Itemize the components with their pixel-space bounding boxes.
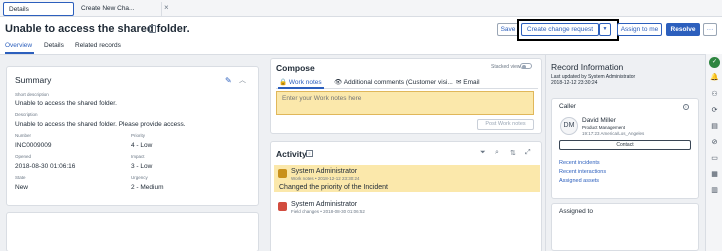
- field-change-icon: [278, 202, 287, 211]
- priority-label: Priority: [131, 133, 146, 138]
- record-subtabs: Overview Details Related records: [0, 40, 520, 54]
- active-compose-tab-indicator: [278, 87, 324, 89]
- caller-department: Product Management: [582, 125, 626, 130]
- gift-icon[interactable]: ▤: [710, 122, 719, 131]
- caller-card: Caller i DM David Miller Product Managem…: [551, 98, 699, 199]
- caller-name[interactable]: David Miller: [582, 117, 616, 124]
- impact-label: Impact: [131, 154, 145, 159]
- recent-interactions-link[interactable]: Recent interactions: [559, 169, 606, 175]
- impact-value: 3 - Low: [131, 163, 153, 170]
- short-description-label: Short description: [15, 92, 49, 97]
- number-label: Number: [15, 133, 32, 138]
- email-label: Email: [463, 79, 480, 86]
- work-notes-input[interactable]: [276, 91, 534, 115]
- entry-author: System Administrator: [291, 168, 358, 175]
- tab-overview[interactable]: Overview: [5, 42, 32, 49]
- avatar: DM: [560, 117, 578, 135]
- summary-card: Summary ✎ ︿ Short description Unable to …: [6, 66, 259, 206]
- chevron-down-icon[interactable]: ▼: [599, 23, 611, 36]
- list-icon[interactable]: ▥: [710, 186, 719, 195]
- record-information-panel: Record Information Last updated by Syste…: [545, 55, 702, 251]
- people-icon[interactable]: ⚇: [710, 90, 719, 99]
- tab-related-records[interactable]: Related records: [75, 42, 121, 49]
- page-title: Unable to access the shared folder.: [5, 23, 190, 35]
- number-value: INC0009009: [15, 142, 52, 149]
- activity-title: Activity: [276, 149, 307, 159]
- post-work-notes-button[interactable]: Post Work notes: [477, 119, 534, 130]
- record-information-title: Record Information: [551, 62, 624, 72]
- edit-icon[interactable]: ✎: [225, 76, 232, 85]
- urgency-value: 2 - Medium: [131, 184, 164, 191]
- opened-label: Opened: [15, 154, 32, 159]
- tab-details[interactable]: Details: [3, 2, 74, 16]
- opened-value: 2018-08-30 01:06:16: [15, 163, 76, 170]
- entry-text: Changed the priority of the Incident: [279, 184, 388, 191]
- additional-comments-label: Additional comments (Customer visi...: [343, 79, 453, 86]
- expand-icon[interactable]: ⤢: [525, 149, 531, 157]
- more-actions-button[interactable]: ···: [703, 23, 717, 36]
- secondary-card: [6, 212, 259, 251]
- recent-incidents-link[interactable]: Recent incidents: [559, 160, 600, 166]
- tab-details-sub[interactable]: Details: [44, 42, 64, 49]
- assign-to-me-button[interactable]: Assign to me: [617, 23, 662, 36]
- contact-button[interactable]: Contact: [559, 140, 691, 150]
- assigned-to-card: Assigned to: [551, 203, 699, 251]
- tab-bar: Details Create New Cha... ×: [0, 0, 722, 17]
- work-note-icon: [278, 169, 287, 178]
- filter-icon[interactable]: ⏷: [480, 149, 486, 157]
- entry-meta: Work notes • 2018-12-12 23:30:24: [291, 176, 360, 181]
- search-icon[interactable]: ⌕: [495, 149, 499, 157]
- stacked-view-toggle[interactable]: [520, 63, 532, 69]
- tab-work-notes[interactable]: 🔒 Work notes: [279, 78, 322, 86]
- stacked-view-label: Stacked view: [491, 64, 521, 70]
- entry-meta: Field changes • 2018-08-30 01:06:52: [291, 209, 365, 214]
- activity-entry: System Administrator Field changes • 201…: [274, 199, 540, 219]
- caller-label: Caller: [559, 103, 576, 110]
- bell-icon[interactable]: 🔔: [710, 73, 719, 82]
- chevron-up-icon[interactable]: ︿: [239, 75, 246, 85]
- tab-email[interactable]: ✉ Email: [456, 78, 480, 86]
- short-description-value: Unable to access the shared folder.: [15, 100, 117, 107]
- work-notes-label: Work notes: [288, 79, 322, 86]
- compose-title: Compose: [276, 63, 315, 73]
- chart-icon[interactable]: ▦: [710, 170, 719, 179]
- description-label: Description: [15, 112, 38, 117]
- save-button[interactable]: Save: [497, 23, 519, 36]
- caller-local-time: 19:17:23 America/Los_Angeles: [582, 131, 645, 136]
- activity-entry: System Administrator Work notes • 2018-1…: [274, 165, 540, 192]
- state-value: New: [15, 184, 29, 191]
- last-updated-time: 2018-12-12 23:30:24: [551, 80, 598, 86]
- comments-icon: 👁: [334, 79, 343, 86]
- activity-card: Activity ≡ ⏷ ⌕ ⇅ ⤢ System Administrator …: [270, 141, 542, 251]
- state-label: State: [15, 175, 26, 180]
- resolve-button[interactable]: Resolve: [666, 23, 700, 36]
- create-change-request-button[interactable]: Create change request: [521, 23, 599, 36]
- compose-card: Compose Stacked view 🔒 Work notes 👁 Addi…: [270, 58, 542, 134]
- right-rail: ✓ 🔔 ⚇ ⟳ ▤ ⊘ ▭ ▦ ▥: [705, 54, 722, 251]
- info-icon[interactable]: i: [683, 104, 689, 110]
- sort-icon[interactable]: ⇅: [510, 149, 516, 157]
- tab-additional-comments[interactable]: 👁 Additional comments (Customer visi...: [334, 78, 453, 86]
- refresh-icon[interactable]: ⟳: [710, 106, 719, 115]
- urgency-label: Urgency: [131, 175, 148, 180]
- attachment-icon[interactable]: ⊘: [710, 138, 719, 147]
- tab-create-new-change[interactable]: Create New Cha...: [76, 2, 162, 16]
- check-icon[interactable]: ✓: [709, 57, 720, 68]
- document-icon[interactable]: ▭: [710, 154, 719, 163]
- summary-title: Summary: [15, 75, 52, 85]
- entry-author: System Administrator: [291, 201, 358, 208]
- lock-icon: 🔒: [279, 79, 288, 86]
- close-tab-icon[interactable]: ×: [164, 3, 169, 12]
- email-icon: ✉: [456, 79, 462, 86]
- priority-value: 4 - Low: [131, 142, 153, 149]
- record-header: Unable to access the shared folder. Save…: [0, 18, 722, 41]
- assigned-to-label: Assigned to: [559, 208, 593, 215]
- description-value: Unable to access the shared folder. Plea…: [15, 121, 186, 128]
- assigned-assets-link[interactable]: Assigned assets: [559, 178, 599, 184]
- activity-count-icon: ≡: [306, 150, 313, 157]
- copy-icon[interactable]: [149, 25, 156, 33]
